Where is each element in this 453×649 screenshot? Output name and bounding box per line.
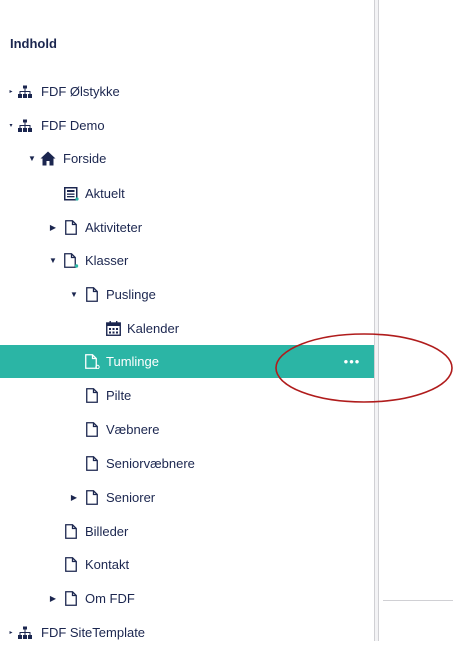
caret-down-icon[interactable]: ▼ [69,290,79,300]
tree-item-label: Pilte [106,388,132,403]
tree-item-billeder[interactable]: Billeder [0,515,374,548]
document-icon [63,591,79,607]
caret-down-icon[interactable]: ▾ [6,121,16,131]
document-icon [84,490,100,506]
tree-item-kontakt[interactable]: Kontakt [0,548,374,581]
caret-right-icon[interactable]: ▶ [69,493,79,503]
tree-item-label: Seniorer [106,490,156,505]
document-icon [84,287,100,303]
document-icon [63,557,79,573]
news-list-icon [63,186,79,202]
tree-item-fdf-sitetemplate[interactable]: ▸ FDF SiteTemplate [0,616,374,649]
section-title: Indhold [10,36,57,51]
tree-item-aktuelt[interactable]: Aktuelt [0,177,374,210]
caret-down-icon[interactable]: ▼ [27,154,37,164]
tree-item-klasser[interactable]: ▼ Klasser [0,244,374,277]
tree-item-label: Forside [63,151,107,166]
tree-item-label: FDF Demo [41,118,105,133]
caret-right-icon[interactable]: ▶ [48,594,58,604]
sitemap-icon [17,625,33,641]
document-icon [84,388,100,404]
home-icon [40,151,56,167]
tree-item-forside[interactable]: ▼ Forside [0,142,374,175]
tree-item-seniorvaebnere[interactable]: Seniorvæbnere [0,447,374,480]
tree-item-label: FDF SiteTemplate [41,625,146,640]
tree-item-fdf-olstykke[interactable]: ▸ FDF Ølstykke [0,75,374,108]
tree-item-label: Aktiviteter [85,220,143,235]
divider [383,600,453,601]
tree-item-puslinge[interactable]: ▼ Puslinge [0,278,374,311]
tree-item-label: Tumlinge [106,354,159,369]
tree-item-label: Puslinge [106,287,156,302]
tree-item-label: Om FDF [85,591,135,606]
tree-item-om-fdf[interactable]: ▶ Om FDF [0,582,374,615]
tree-item-label: FDF Ølstykke [41,84,120,99]
caret-right-icon[interactable]: ▶ [48,223,58,233]
more-options-button[interactable]: ••• [340,354,364,369]
tree-item-label: Aktuelt [85,186,125,201]
tree-item-label: Seniorvæbnere [106,456,195,471]
tree-item-label: Klasser [85,253,129,268]
tree-item-label: Kontakt [85,557,130,572]
tree-item-pilte[interactable]: Pilte [0,379,374,412]
caret-down-icon[interactable]: ▼ [48,256,58,266]
tree-item-label: Billeder [85,524,129,539]
tree-item-vaebnere[interactable]: Væbnere [0,413,374,446]
tree-item-fdf-demo[interactable]: ▾ FDF Demo [0,109,374,142]
content-editor-area [379,0,453,641]
tree-item-tumlinge[interactable]: Tumlinge ••• [0,345,374,378]
caret-right-icon[interactable]: ▸ [6,628,16,638]
document-icon [63,524,79,540]
sitemap-icon [17,84,33,100]
tree-item-label: Kalender [127,321,180,336]
sitemap-icon [17,118,33,134]
document-icon [84,422,100,438]
document-icon [63,220,79,236]
document-icon [84,456,100,472]
document-icon [63,253,79,269]
content-tree-panel: Indhold ▸ FDF Ølstykke ▾ FDF Demo ▼ Fors… [0,0,374,641]
tree-item-kalender[interactable]: Kalender [0,312,374,345]
calendar-icon [105,321,121,337]
tree-item-aktiviteter[interactable]: ▶ Aktiviteter [0,211,374,244]
tree-item-seniorer[interactable]: ▶ Seniorer [0,481,374,514]
caret-right-icon[interactable]: ▸ [6,87,16,97]
document-icon [84,354,100,370]
tree-item-label: Væbnere [106,422,160,437]
